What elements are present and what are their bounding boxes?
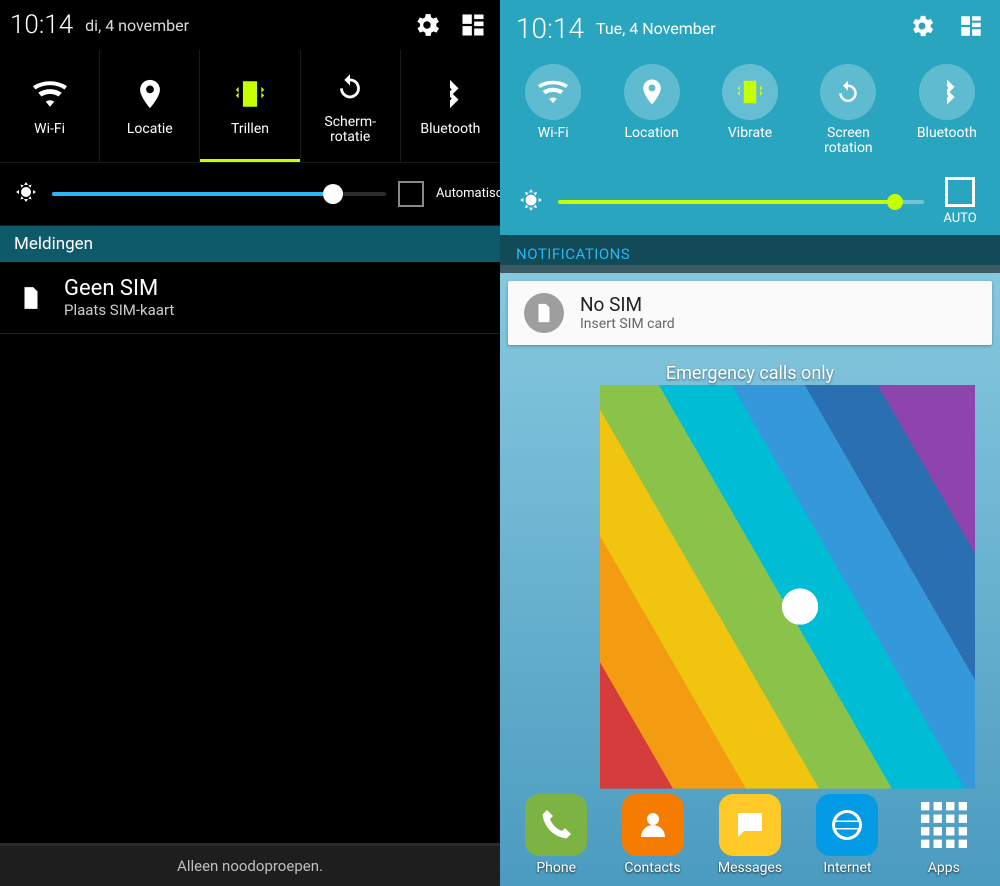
settings-button[interactable] (410, 8, 444, 42)
quick-toggle-label: Vibrate (728, 126, 772, 141)
app-label: Contacts (624, 860, 680, 876)
brightness-icon (518, 187, 544, 217)
quick-toggle-label: Bluetooth (917, 126, 977, 141)
phone-icon (525, 794, 587, 856)
emergency-label: Emergency calls only (500, 363, 1000, 384)
app-label: Phone (536, 860, 576, 876)
vibrate-icon (722, 64, 778, 120)
app-messages[interactable]: Messages (718, 794, 782, 876)
vibrate-icon (230, 74, 270, 114)
rotate-icon (820, 64, 876, 120)
location-icon (130, 74, 170, 114)
notifications-header: NOTIFICATIONS (500, 235, 1000, 273)
quick-toggle-label: Locatie (127, 122, 173, 137)
app-contacts[interactable]: Contacts (622, 794, 684, 876)
contacts-icon (622, 794, 684, 856)
quick-toggle-wifi[interactable]: Wi-Fi (504, 64, 602, 157)
notification-subtitle: Insert SIM card (580, 316, 675, 332)
status-bar: 10:14 Tue, 4 November (500, 0, 1000, 56)
messages-icon (719, 794, 781, 856)
quick-toggle-rotate[interactable]: Scherm- rotatie (301, 50, 401, 162)
auto-brightness-checkbox[interactable] (945, 177, 975, 207)
quick-toggle-bluetooth[interactable]: Bluetooth (898, 64, 996, 157)
sim-icon (16, 283, 46, 313)
wifi-icon (30, 74, 70, 114)
app-label: Messages (718, 860, 782, 876)
notification-item[interactable]: No SIM Insert SIM card (508, 281, 992, 345)
date-label: di, 4 november (85, 16, 189, 35)
settings-button[interactable] (908, 12, 936, 44)
dock: Phone Contacts Messages Internet Apps (500, 794, 1000, 876)
quick-toggle-label: Screen rotation (824, 126, 873, 157)
app-label: Internet (823, 860, 871, 876)
clock: 10:14 (516, 12, 584, 45)
quick-toggle-label: Wi-Fi (538, 126, 569, 141)
date-label: Tue, 4 November (596, 19, 716, 38)
quick-toggle-vibrate[interactable]: Vibrate (701, 64, 799, 157)
sim-icon (524, 293, 564, 333)
notifications-header: Meldingen (0, 226, 500, 262)
apps-icon (913, 794, 975, 856)
brightness-slider[interactable] (52, 192, 386, 196)
quick-toggle-location[interactable]: Location (602, 64, 700, 157)
notification-title: No SIM (580, 293, 675, 316)
app-label: Apps (928, 860, 960, 876)
rotate-icon (330, 67, 370, 107)
auto-brightness-label: AUTO (938, 211, 982, 226)
auto-brightness-label: Automatisch (436, 187, 486, 201)
panel-switch-button[interactable] (958, 13, 984, 43)
brightness-row: AUTO (500, 169, 1000, 235)
app-internet[interactable]: Internet (816, 794, 878, 876)
quick-settings-row: Wi-Fi Location Vibrate Screen rotation Bluet… (500, 56, 1000, 169)
wifi-icon (525, 64, 581, 120)
brightness-row: Automatisch (0, 163, 500, 226)
quick-toggle-label: Scherm- rotatie (324, 115, 376, 146)
quick-toggle-bluetooth[interactable]: Bluetooth (401, 50, 500, 162)
quick-toggle-location[interactable]: Locatie (100, 50, 200, 162)
notification-subtitle: Plaats SIM-kaart (64, 301, 174, 319)
bluetooth-icon (430, 74, 470, 114)
globe-icon (816, 794, 878, 856)
quick-toggle-wifi[interactable]: Wi-Fi (0, 50, 100, 162)
quick-toggle-label: Location (625, 126, 679, 141)
clock: 10:14 (10, 10, 73, 40)
quick-toggle-label: Bluetooth (420, 122, 480, 137)
app-phone[interactable]: Phone (525, 794, 587, 876)
location-icon (624, 64, 680, 120)
auto-brightness-checkbox[interactable] (398, 181, 424, 207)
quick-toggle-label: Wi-Fi (34, 122, 65, 137)
quick-settings-row: Wi-Fi Locatie Trillen Scherm- rotatie Blueto… (0, 50, 500, 163)
status-bar: 10:14 di, 4 november (0, 0, 500, 50)
quick-toggle-label: Trillen (231, 122, 269, 137)
quick-toggle-rotate[interactable]: Screen rotation (799, 64, 897, 157)
app-apps[interactable]: Apps (913, 794, 975, 876)
panel-switch-button[interactable] (456, 8, 490, 42)
bluetooth-icon (919, 64, 975, 120)
brightness-slider[interactable] (558, 200, 924, 204)
notification-item[interactable]: Geen SIM Plaats SIM-kaart (0, 262, 500, 334)
quick-toggle-vibrate[interactable]: Trillen (200, 50, 300, 162)
carrier-footer: Alleen noodoproepen. (0, 843, 500, 886)
brightness-icon (14, 180, 40, 208)
notification-title: Geen SIM (64, 276, 174, 301)
